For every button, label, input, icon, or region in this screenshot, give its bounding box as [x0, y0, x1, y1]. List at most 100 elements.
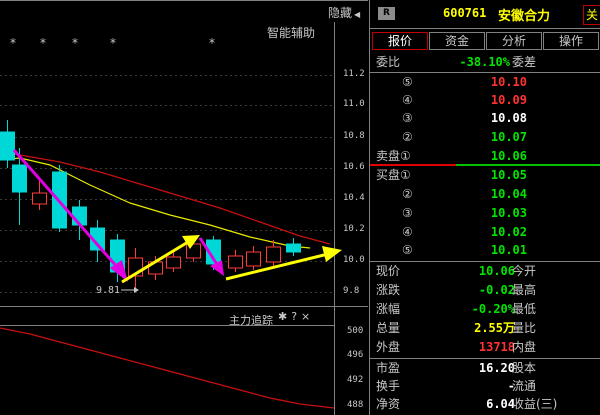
stat-right-label: 股本 — [512, 361, 537, 375]
buy-row-1[interactable]: 买盘 ① 10.05 — [370, 166, 600, 185]
stat-right-label: 内盘 — [512, 340, 537, 354]
stat-row-change: 涨跌 -0.02 最高 — [370, 281, 600, 300]
price-tick: 10.4 — [343, 193, 365, 203]
hide-label: 隐藏 — [328, 6, 353, 20]
stat-label: 涨跌 — [376, 283, 401, 297]
weicha-label: 委差 — [512, 55, 537, 69]
stat-row-turnover: 换手 - 流通 — [370, 377, 600, 396]
stock-name: 安徽合力 — [498, 9, 551, 24]
weibi-value: -38.10% — [459, 55, 510, 69]
stat-right-label: 流通 — [512, 379, 537, 393]
arrow-magenta-1 — [12, 149, 128, 282]
stat-row-outer: 外盘 13718 内盘 — [370, 338, 600, 357]
low-price-label: 9.81 — [96, 285, 121, 296]
indicator-tool-icons[interactable]: ✱?× — [278, 310, 314, 323]
stat-label: 现价 — [376, 264, 401, 278]
price-tick: 11.2 — [343, 69, 365, 79]
candle-up — [246, 251, 261, 267]
sell-row-4[interactable]: ④ 10.09 — [370, 91, 600, 110]
price-tick: 10.6 — [343, 162, 365, 172]
stat-right-label: 今开 — [512, 264, 537, 278]
chart-canvas — [0, 0, 368, 415]
buy-price: 10.03 — [490, 206, 527, 220]
stat-value: 16.20 — [478, 361, 515, 375]
indicator-tick: 500 — [347, 326, 364, 336]
indicator-tick: 488 — [347, 400, 364, 410]
stat-label: 市盈 — [376, 361, 401, 375]
buy-row-4[interactable]: ④ 10.02 — [370, 223, 600, 242]
candle-up — [266, 246, 281, 263]
price-tick: 10.8 — [343, 131, 365, 141]
star-marker: * — [40, 36, 46, 50]
star-marker: * — [209, 36, 215, 50]
star-marker: * — [72, 36, 78, 50]
stat-right-label: 收益(三) — [512, 397, 558, 411]
star-marker: * — [110, 36, 116, 50]
panel-tabs: 报价 资金 分析 操作 — [372, 32, 600, 50]
stat-right-label: 量比 — [512, 321, 537, 335]
arrow-yellow-2 — [225, 246, 342, 281]
close-panel-button[interactable]: 关 — [583, 5, 600, 25]
smart-assist-label[interactable]: 智能辅助 — [267, 24, 315, 41]
level-index: ⑤ — [402, 243, 413, 257]
candle-down — [12, 164, 27, 193]
r-badge: R — [378, 7, 395, 20]
stat-row-nav: 净资 6.04 收益(三) — [370, 395, 600, 414]
tab-analysis[interactable]: 分析 — [486, 32, 542, 50]
tab-funds[interactable]: 资金 — [429, 32, 485, 50]
main-force-track-label[interactable]: 主力追踪 — [229, 312, 273, 328]
buy-row-2[interactable]: ② 10.04 — [370, 185, 600, 204]
candle-up — [166, 256, 181, 269]
buy-price: 10.04 — [490, 187, 527, 201]
stat-label: 总量 — [376, 321, 401, 335]
stat-label: 涨幅 — [376, 302, 401, 316]
sell-row-3[interactable]: ③ 10.08 — [370, 109, 600, 128]
sell-row-5[interactable]: ⑤ 10.10 — [370, 73, 600, 92]
weibi-label: 委比 — [376, 55, 401, 69]
buy-price: 10.02 — [490, 225, 527, 239]
level-index: ① — [400, 168, 411, 182]
sell-price: 10.08 — [490, 111, 527, 125]
stat-row-pe: 市盈 16.20 股本 — [370, 359, 600, 378]
sell-row-2[interactable]: ② 10.07 — [370, 128, 600, 147]
stat-value: 10.06 — [478, 264, 515, 278]
level-index: ④ — [402, 93, 413, 107]
stat-label: 外盘 — [376, 340, 401, 354]
candle-down — [286, 243, 301, 253]
price-tick: 10.2 — [343, 224, 365, 234]
tab-quote[interactable]: 报价 — [372, 32, 428, 50]
stat-label: 换手 — [376, 379, 401, 393]
stat-row-price: 现价 10.06 今开 — [370, 262, 600, 281]
sell-price: 10.10 — [490, 75, 527, 89]
indicator-tick: 496 — [347, 350, 364, 360]
stock-header: R 600761 安徽合力 关 — [370, 0, 600, 28]
weibi-row: 委比 -38.10% 委差 — [370, 53, 600, 72]
sell-price: 10.07 — [490, 130, 527, 144]
kline-chart[interactable]: 隐藏 ◀ 智能辅助 * * * * * 11.2 11.0 10.8 10.6 1… — [0, 0, 368, 415]
candle-down — [0, 131, 15, 161]
buy-row-5[interactable]: ⑤ 10.01 — [370, 241, 600, 260]
hide-button[interactable]: 隐藏 ◀ — [328, 4, 360, 21]
level-index: ④ — [402, 225, 413, 239]
star-marker: * — [10, 36, 16, 50]
stat-value: 13718 — [478, 340, 515, 354]
stat-value: 6.04 — [486, 397, 515, 411]
buy-row-3[interactable]: ③ 10.03 — [370, 204, 600, 223]
stat-right-label: 最高 — [512, 283, 537, 297]
buy-price: 10.05 — [490, 168, 527, 182]
level-index: ② — [402, 130, 413, 144]
candle-up — [32, 192, 47, 205]
stat-row-volume: 总量 2.55万 量比 — [370, 319, 600, 338]
stock-code: 600761 — [443, 6, 487, 20]
indicator-tick: 492 — [347, 375, 364, 385]
level-index: ⑤ — [402, 75, 413, 89]
stat-right-label: 最低 — [512, 302, 537, 316]
stat-label: 净资 — [376, 397, 401, 411]
tab-operate[interactable]: 操作 — [543, 32, 599, 50]
stat-value: -0.02 — [478, 283, 515, 297]
stat-value: -0.20% — [471, 302, 515, 316]
quote-panel: R 600761 安徽合力 关 报价 资金 分析 操作 委比 -38.10% 委… — [369, 0, 600, 415]
level-index: ③ — [402, 206, 413, 220]
level-index: ③ — [402, 111, 413, 125]
price-tick: 10.0 — [343, 255, 365, 265]
